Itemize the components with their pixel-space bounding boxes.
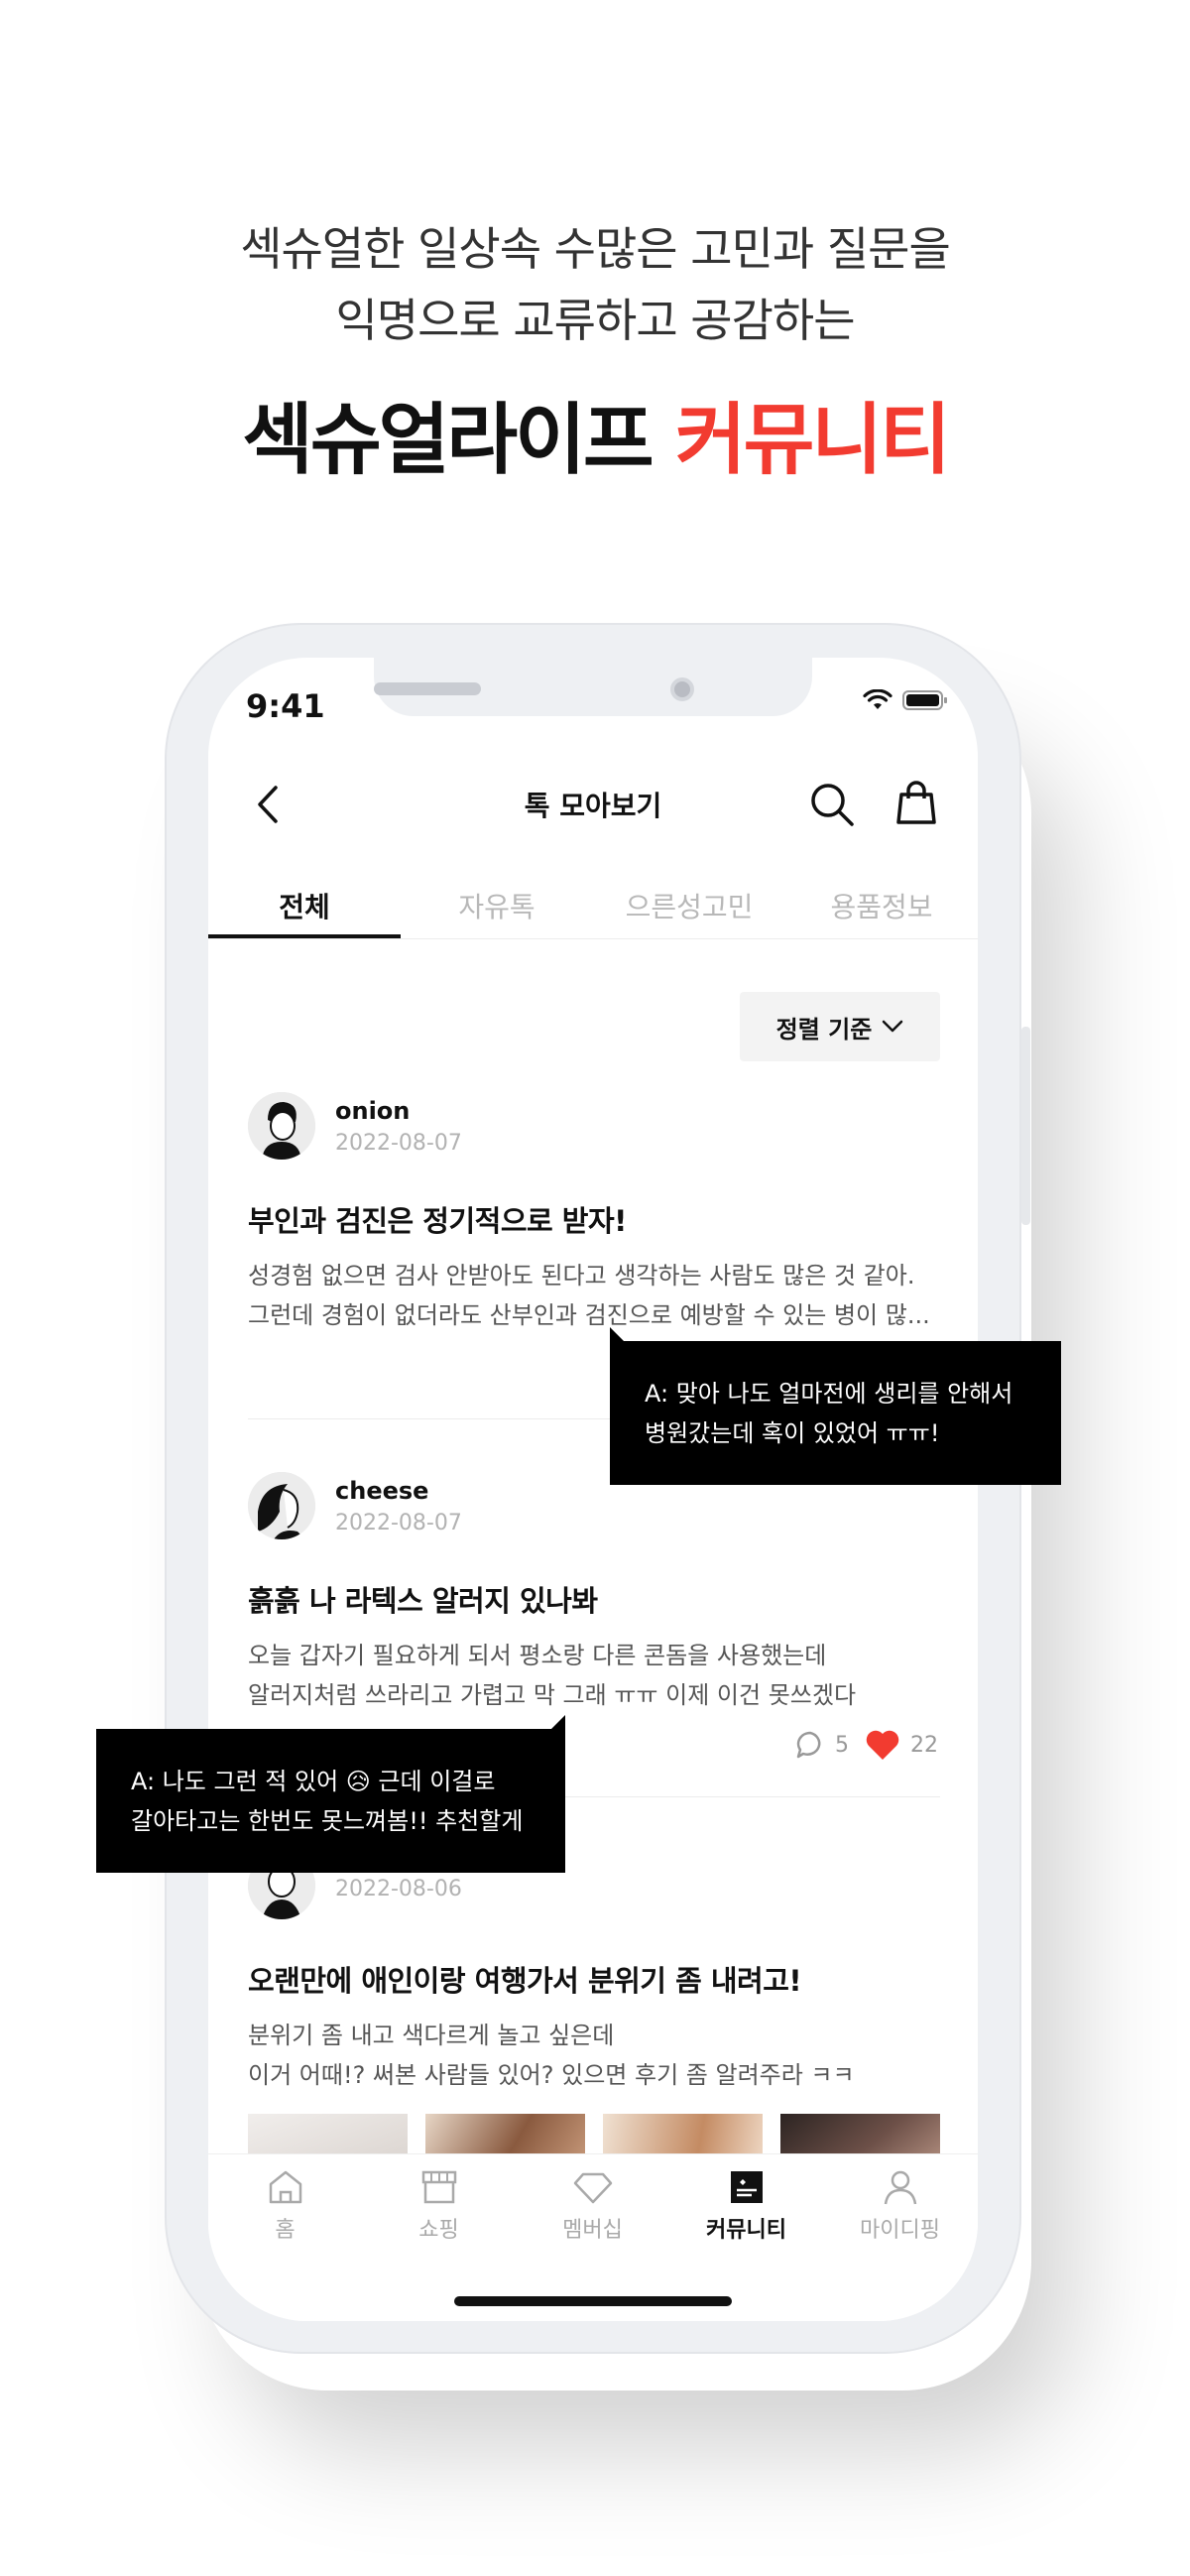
avatar (248, 1092, 315, 1160)
headline-title-accent: 커뮤니티 (674, 396, 951, 485)
home-icon (269, 2170, 301, 2204)
post-date: 2022-08-07 (335, 1130, 462, 1156)
nav-membership-label: 멤버십 (562, 2218, 623, 2243)
wifi-icon (863, 689, 892, 709)
avatar-illustration-icon (248, 1092, 315, 1160)
post-date: 2022-08-07 (335, 1510, 462, 1535)
tab-product-info[interactable]: 용품정보 (785, 874, 978, 938)
nav-home[interactable]: 홈 (208, 2154, 362, 2321)
post-card[interactable]: cheese 2022-08-07 흙흙 나 라텍스 알러지 있나봐 오늘 갑자… (248, 1471, 940, 1715)
post-excerpt-line: 분위기 좀 내고 색다르게 놀고 싶은데 (248, 2022, 615, 2049)
avatar (248, 1472, 315, 1539)
category-tabs: 전체 자유톡 으른성고민 용품정보 (208, 874, 978, 939)
search-icon (811, 784, 854, 826)
headline-title: 섹슈얼라이프 커뮤니티 (0, 378, 1190, 489)
speaker (374, 682, 481, 695)
status-time: 9:41 (246, 687, 325, 725)
author-name: cheese (335, 1476, 429, 1505)
post-excerpt: 오늘 갑자기 필요하게 되서 평소랑 다른 콘돔을 사용했는데알러지처럼 쓰라리… (248, 1636, 940, 1715)
sort-dropdown[interactable]: 정렬 기준 (740, 992, 940, 1061)
cart-button[interactable] (892, 779, 940, 830)
post-excerpt: 성경험 없으면 검사 안받아도 된다고 생각하는 사람도 많은 것 같아. 그런데… (248, 1256, 940, 1335)
post-excerpt-line: 이거 어때!? 써본 사람들 있어? 있으면 후기 좀 알려주라 ㅋㅋ (248, 2061, 855, 2089)
post-author: onion 2022-08-07 (248, 1091, 940, 1161)
person-icon (884, 2170, 916, 2205)
search-button[interactable] (809, 782, 855, 831)
chevron-down-icon (883, 1020, 903, 1033)
battery-icon (902, 690, 947, 710)
heart-icon[interactable] (865, 1729, 900, 1761)
nav-shopping-label: 쇼핑 (418, 2218, 459, 2243)
page-title: 톡 모아보기 (524, 790, 662, 822)
nav-community-label: 커뮤니티 (706, 2218, 786, 2243)
status-icons (863, 689, 948, 711)
home-indicator (454, 2296, 732, 2306)
tab-adult-concerns[interactable]: 으른성고민 (593, 874, 785, 938)
reply-bubble: A: 맞아 나도 얼마전에 생리를 안해서 병원갔는데 혹이 있었어 ㅠㅠ! (610, 1327, 1061, 1485)
post-title: 오랜만에 애인이랑 여행가서 분위기 좀 내려고! (248, 1964, 802, 1998)
author-name: onion (335, 1096, 411, 1125)
community-board-icon (730, 2171, 763, 2203)
post-stats: 5 22 (795, 1729, 938, 1761)
avatar-illustration-icon (248, 1472, 315, 1539)
post-date: 2022-08-06 (335, 1876, 462, 1901)
tab-all[interactable]: 전체 (208, 874, 401, 938)
post-excerpt-line: 성경험 없으면 검사 안받아도 된다고 생각하는 사람도 많은 것 같아. (248, 1262, 915, 1289)
post-card[interactable]: 2022-08-06 오랜만에 애인이랑 여행가서 분위기 좀 내려고! 분위기… (248, 1851, 940, 2095)
tab-free-talk[interactable]: 자유톡 (401, 874, 593, 938)
front-camera (670, 677, 694, 701)
like-count: 22 (910, 1732, 938, 1758)
store-icon (421, 2170, 456, 2204)
comment-icon[interactable] (795, 1730, 825, 1760)
nav-my-page-label: 마이디핑 (860, 2218, 940, 2243)
post-excerpt-line: 오늘 갑자기 필요하게 되서 평소랑 다른 콘돔을 사용했는데 (248, 1642, 827, 1669)
reply-bubble: A: 나도 그런 적 있어 😥 근데 이걸로 갈아타고는 한번도 못느껴봄!! … (96, 1715, 565, 1873)
nav-home-label: 홈 (275, 2218, 296, 2243)
post-card[interactable]: onion 2022-08-07 부인과 검진은 정기적으로 받자! 성경험 없… (248, 1091, 940, 1335)
shopping-bag-icon (896, 781, 936, 824)
post-title: 부인과 검진은 정기적으로 받자! (248, 1204, 627, 1238)
nav-my-page[interactable]: 마이디핑 (823, 2154, 977, 2321)
post-title: 흙흙 나 라텍스 알러지 있나봐 (248, 1584, 598, 1618)
post-excerpt-line: 알러지처럼 쓰라리고 가렵고 막 그래 ㅠㅠ 이제 이건 못쓰겠다 (248, 1681, 857, 1709)
post-excerpt-line: 그런데 경험이 없더라도 산부인과 검진으로 예방할 수 있는 병이 많... (248, 1301, 930, 1329)
post-excerpt: 분위기 좀 내고 색다르게 놀고 싶은데이거 어때!? 써본 사람들 있어? 있… (248, 2016, 940, 2095)
phone-screen: 9:41 톡 모아보기 전체 자유톡 으른성고민 용품정보 정렬 기준 onio… (208, 658, 978, 2321)
comment-count: 5 (835, 1732, 849, 1758)
headline-line-1: 섹슈얼한 일상속 수많은 고민과 질문을 (240, 222, 951, 276)
headline-line-2: 익명으로 교류하고 공감하는 (335, 294, 855, 347)
sort-label: 정렬 기준 (775, 1015, 873, 1043)
headline-title-dark: 섹슈얼라이프 (242, 396, 675, 485)
phone-side-button (1021, 1027, 1030, 1225)
promo-headline: 섹슈얼한 일상속 수많은 고민과 질문을 익명으로 교류하고 공감하는 섹슈얼라… (0, 213, 1190, 489)
diamond-icon (573, 2172, 612, 2204)
